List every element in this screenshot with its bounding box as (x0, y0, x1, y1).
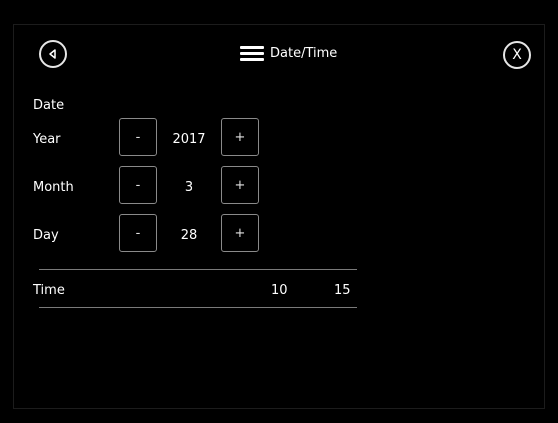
plus-icon: + (234, 129, 246, 145)
menu-icon[interactable] (240, 46, 264, 61)
month-value: 3 (184, 180, 194, 195)
year-value: 2017 (172, 132, 206, 147)
day-value: 28 (180, 228, 198, 243)
plus-icon: + (234, 225, 246, 241)
back-button[interactable] (39, 40, 67, 68)
time-minute-value[interactable]: 15 (334, 283, 351, 298)
close-icon: X (512, 47, 522, 63)
minus-icon: - (135, 177, 141, 193)
year-decrement-button[interactable]: - (119, 118, 157, 156)
divider-bottom (39, 307, 357, 308)
day-decrement-button[interactable]: - (119, 214, 157, 252)
day-label: Day (33, 228, 59, 243)
minus-icon: - (135, 225, 141, 241)
year-increment-button[interactable]: + (221, 118, 259, 156)
year-label: Year (33, 132, 61, 147)
header-title-group: Date/Time (240, 46, 337, 61)
month-decrement-button[interactable]: - (119, 166, 157, 204)
close-button[interactable]: X (503, 41, 531, 69)
time-label: Time (33, 283, 65, 298)
day-increment-button[interactable]: + (221, 214, 259, 252)
back-arrow-icon (49, 49, 56, 59)
plus-icon: + (234, 177, 246, 193)
date-section-label: Date (33, 98, 65, 113)
page-title: Date/Time (270, 46, 338, 61)
month-label: Month (33, 180, 74, 195)
minus-icon: - (135, 129, 141, 145)
month-increment-button[interactable]: + (221, 166, 259, 204)
time-hour-value[interactable]: 10 (271, 283, 288, 298)
date-time-panel: Date/Time X Date Year - 2017 + Month - 3… (13, 24, 545, 409)
divider-top (39, 269, 357, 270)
